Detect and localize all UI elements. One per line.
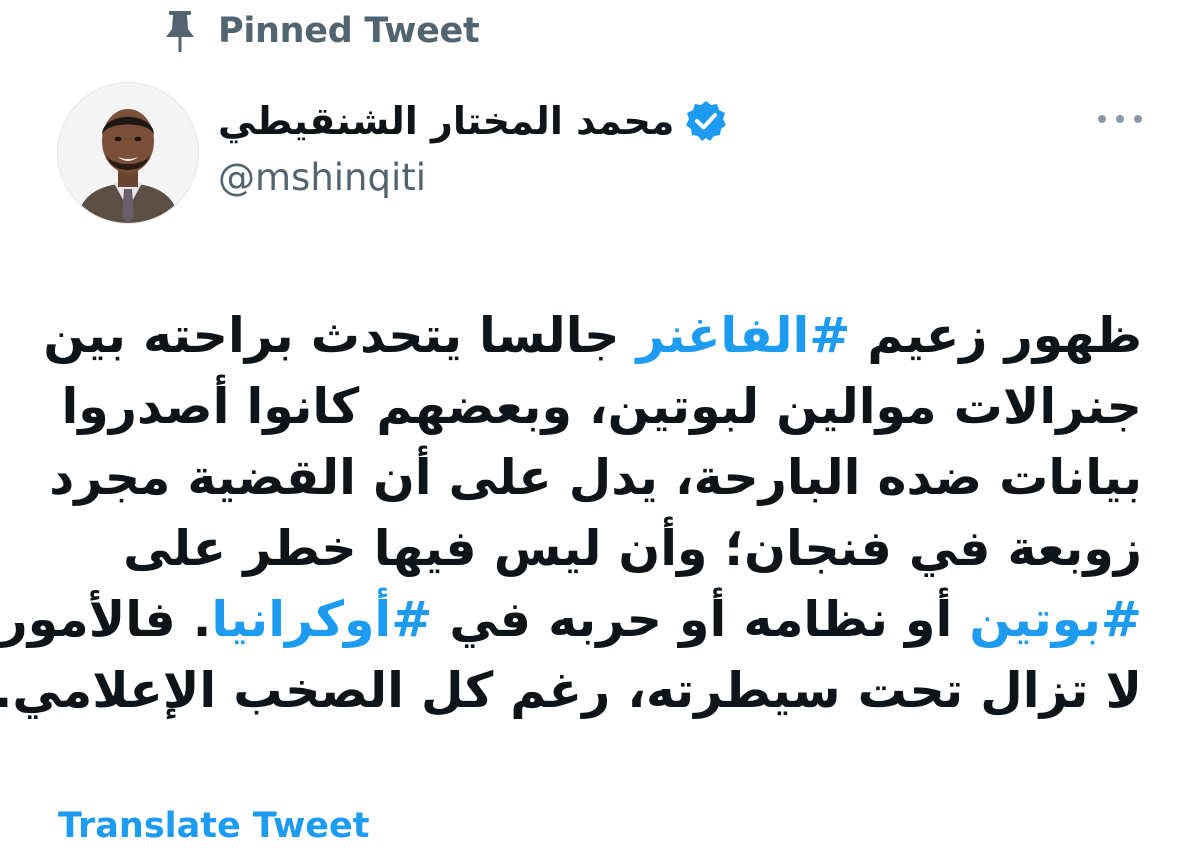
author-name-row[interactable]: محمد المختار الشنقيطي [218, 92, 728, 150]
more-dot [1098, 115, 1106, 123]
more-options-icon[interactable] [1098, 104, 1142, 134]
tweet-line: ظهور زعيم #الفاغنر جالسا يتحدث براحته بي… [43, 300, 1142, 371]
pinned-label: Pinned Tweet [218, 11, 480, 51]
tweet-text-segment: زوبعة في فنجان؛ وأن ليس فيها خطر على [123, 520, 1142, 577]
tweet-text-segment: جنرالات موالين لبوتين، وبعضهم كانوا أصدر… [61, 378, 1143, 435]
tweet-line: #بوتين أو نظامه أو حربه في #أوكرانيا. فا… [0, 584, 1142, 655]
tweet-line: بيانات ضده البارحة، يدل على أن القضية مج… [49, 442, 1142, 513]
hashtag-link[interactable]: #الفاغنر [636, 307, 850, 364]
tweet-text-segment: . فالأمور [0, 591, 212, 648]
tweet-line: جنرالات موالين لبوتين، وبعضهم كانوا أصدر… [52, 371, 1143, 442]
tweet-text-segment: لا تزال تحت سيطرته، رغم كل الصخب الإعلام… [0, 662, 1142, 719]
verified-badge-icon[interactable] [684, 99, 728, 143]
author-handle[interactable]: @mshinqiti [218, 156, 426, 199]
hashtag-link[interactable]: #بوتين [969, 591, 1142, 648]
pinned-indicator: Pinned Tweet [160, 6, 480, 56]
tweet-text-segment: أو نظامه أو حربه في [432, 591, 970, 648]
more-dot [1116, 115, 1124, 123]
more-dot [1134, 115, 1142, 123]
translate-tweet-link[interactable]: Translate Tweet [58, 806, 370, 846]
tweet-text-segment: بيانات ضده البارحة، يدل على أن القضية مج… [49, 449, 1142, 506]
tweet-line: زوبعة في فنجان؛ وأن ليس فيها خطر على [52, 513, 1142, 584]
tweet-line: لا تزال تحت سيطرته، رغم كل الصخب الإعلام… [0, 655, 1142, 726]
hashtag-link[interactable]: #أوكرانيا [211, 591, 432, 648]
tweet-text: ظهور زعيم #الفاغنر جالسا يتحدث براحته بي… [0, 300, 1143, 726]
tweet-text-segment: جالسا يتحدث براحته بين [43, 307, 637, 364]
avatar[interactable] [57, 82, 199, 224]
author-display-name[interactable]: محمد المختار الشنقيطي [218, 99, 674, 143]
pin-icon [160, 8, 200, 54]
tweet-text-segment: ظهور زعيم [850, 307, 1142, 364]
